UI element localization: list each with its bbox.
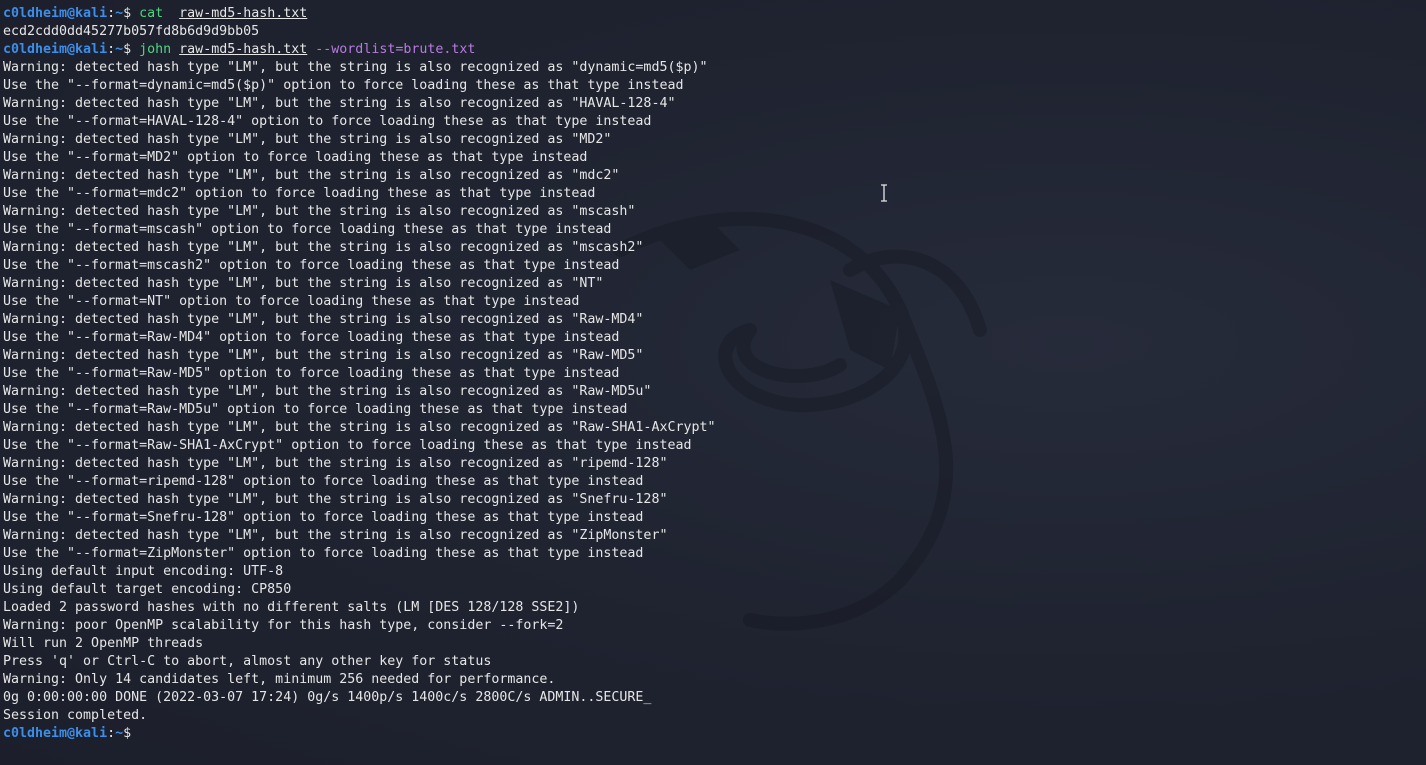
prompt-path: ~ [115,42,124,57]
output-line: Use the "--format=Snefru-128" option to … [3,510,644,525]
prompt-line-3[interactable]: c0ldheim@kali:~$ [3,725,1426,743]
prompt-sep: : [107,726,116,741]
command-spacing [163,6,179,21]
output-line: Warning: detected hash type "LM", but th… [3,528,668,543]
output-line: Warning: detected hash type "LM", but th… [3,384,652,399]
output-line: Warning: detected hash type "LM", but th… [3,276,604,291]
prompt-user: c0ldheim@kali [3,6,108,21]
command-file-arg: raw-md5-hash.txt [179,42,308,57]
output-line: Use the "--format=Raw-SHA1-AxCrypt" opti… [3,438,692,453]
output-line: Loaded 2 password hashes with no differe… [3,600,580,615]
output-line: Use the "--format=mscash" option to forc… [3,222,612,237]
output-line: Session completed. [3,708,148,723]
output-line: Use the "--format=mdc2" option to force … [3,186,596,201]
output-line: Warning: detected hash type "LM", but th… [3,96,676,111]
output-line: Use the "--format=dynamic=md5($p)" optio… [3,78,684,93]
output-line: Using default input encoding: UTF-8 [3,564,284,579]
command-cat: cat [139,6,164,21]
output-line: Warning: poor OpenMP scalability for thi… [3,618,564,633]
output-line: Warning: detected hash type "LM", but th… [3,240,644,255]
command-file-arg: raw-md5-hash.txt [179,6,308,21]
output-line: 0g 0:00:00:00 DONE (2022-03-07 17:24) 0g… [3,690,652,705]
prompt-path: ~ [115,726,124,741]
prompt-sep: : [107,42,116,57]
output-line: Warning: detected hash type "LM", but th… [3,456,668,471]
output-line: Use the "--format=ZipMonster" option to … [3,546,644,561]
output-line: Use the "--format=mscash2" option to for… [3,258,620,273]
output-line: Warning: Only 14 candidates left, minimu… [3,672,556,687]
hash-output-line: ecd2cdd0dd45277b057fd8b6d9d9bb05 [3,24,260,39]
output-line: Warning: detected hash type "LM", but th… [3,312,644,327]
output-line: Warning: detected hash type "LM", but th… [3,204,636,219]
terminal-output: c0ldheim@kali:~$ cat raw-md5-hash.txt ec… [3,5,1426,743]
output-line: Warning: detected hash type "LM", but th… [3,132,612,147]
output-line: Use the "--format=ripemd-128" option to … [3,474,644,489]
output-line: Use the "--format=MD2" option to force l… [3,150,588,165]
output-line: Warning: detected hash type "LM", but th… [3,420,716,435]
prompt-user: c0ldheim@kali [3,42,108,57]
output-line: Use the "--format=Raw-MD5" option to for… [3,366,620,381]
output-line: Warning: detected hash type "LM", but th… [3,60,708,75]
prompt-line-2: c0ldheim@kali:~$ john raw-md5-hash.txt -… [3,41,1426,59]
prompt-dollar: $ [123,6,140,21]
terminal-window[interactable]: c0ldheim@kali:~$ cat raw-md5-hash.txt ec… [0,0,1426,765]
output-line: Use the "--format=HAVAL-128-4" option to… [3,114,652,129]
prompt-line-1: c0ldheim@kali:~$ cat raw-md5-hash.txt [3,5,1426,23]
output-line: Warning: detected hash type "LM", but th… [3,492,668,507]
output-line: Use the "--format=NT" option to force lo… [3,294,580,309]
prompt-dollar: $ [123,726,140,741]
command-wordlist-option: --wordlist=brute.txt [315,42,476,57]
prompt-dollar: $ [123,42,140,57]
text-cursor-icon [881,184,887,202]
prompt-sep: : [107,6,116,21]
output-line: Using default target encoding: CP850 [3,582,292,597]
prompt-path: ~ [115,6,124,21]
prompt-user: c0ldheim@kali [3,726,108,741]
output-line: Press 'q' or Ctrl-C to abort, almost any… [3,654,492,669]
command-john: john [139,42,172,57]
output-line: Use the "--format=Raw-MD4" option to for… [3,330,620,345]
output-line: Use the "--format=Raw-MD5u" option to fo… [3,402,628,417]
output-line: Will run 2 OpenMP threads [3,636,204,651]
output-line: Warning: detected hash type "LM", but th… [3,168,620,183]
output-line: Warning: detected hash type "LM", but th… [3,348,644,363]
